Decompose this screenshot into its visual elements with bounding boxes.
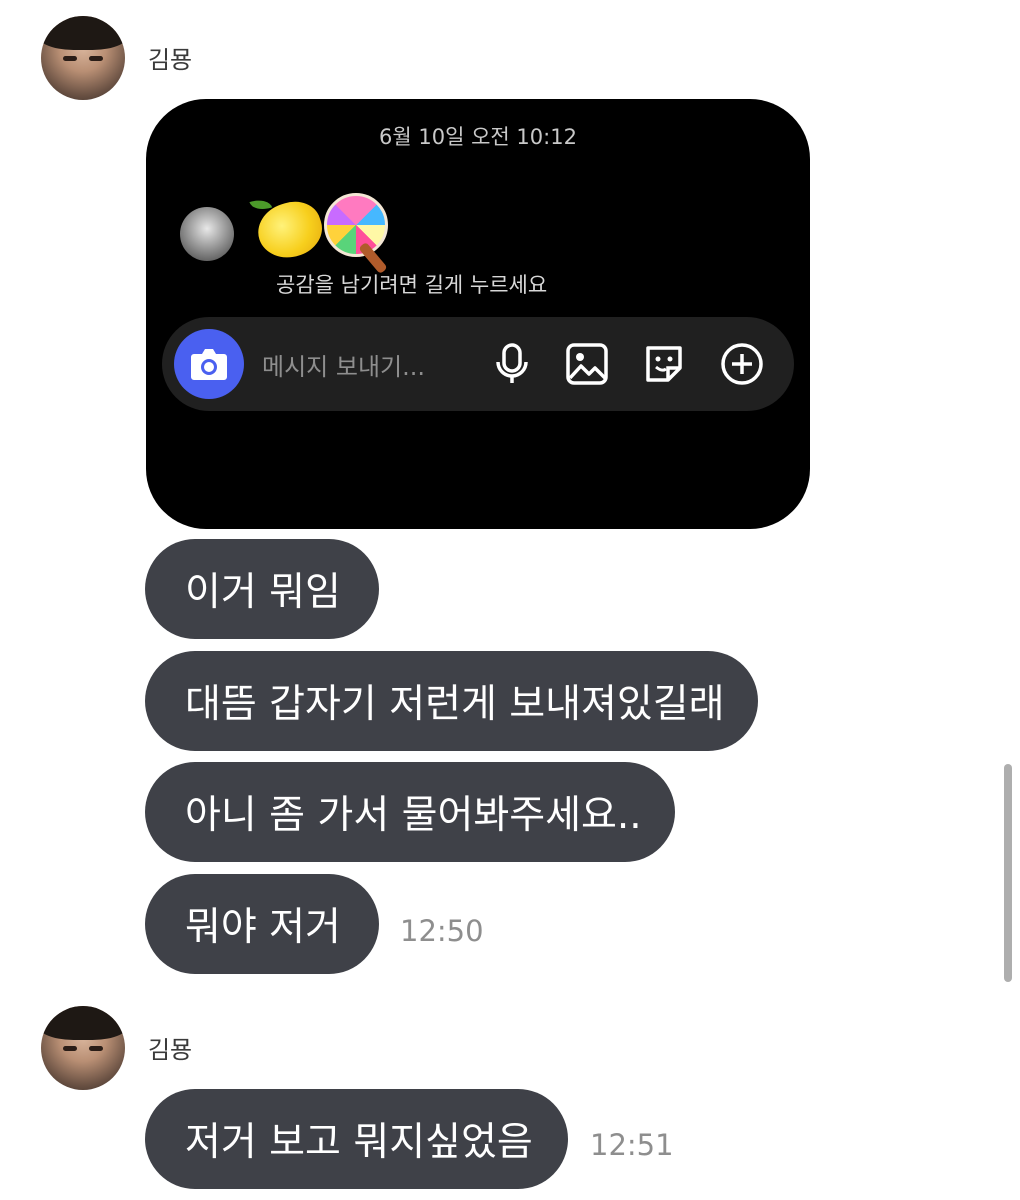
- sender-avatar[interactable]: [41, 16, 125, 100]
- message-timestamp: 12:50: [400, 914, 484, 948]
- camera-icon: [174, 329, 244, 399]
- microphone-icon: [496, 343, 528, 383]
- image-avatar: [180, 207, 234, 261]
- gallery-icon: [566, 343, 608, 385]
- sender-avatar[interactable]: [41, 1006, 125, 1090]
- image-date-label: 6월 10일 오전 10:12: [379, 125, 577, 149]
- message-bubble[interactable]: 이거 뭐임: [145, 539, 379, 639]
- image-message-input-bar: 메시지 보내기...: [162, 317, 794, 411]
- image-message-placeholder: 메시지 보내기...: [262, 353, 425, 381]
- message-bubble[interactable]: 저거 보고 뭐지싶었음: [145, 1089, 568, 1189]
- sender-name: 김묭: [148, 46, 193, 74]
- message-bubble[interactable]: 아니 좀 가서 물어봐주세요..: [145, 762, 675, 862]
- plus-icon: [721, 343, 763, 385]
- lemon-emoji: [249, 194, 329, 266]
- image-reaction-hint: 공감을 남기려면 길게 누르세요: [276, 273, 548, 297]
- sender-name: 김묭: [148, 1036, 193, 1064]
- message-bubble[interactable]: 뭐야 저거: [145, 874, 379, 974]
- message-timestamp: 12:51: [590, 1128, 674, 1162]
- shared-screenshot-image[interactable]: 6월 10일 오전 10:12 공감을 남기려면 길게 누르세요 메시지 보내기…: [146, 99, 810, 529]
- lollipop-emoji: [324, 193, 388, 257]
- vertical-scrollbar[interactable]: [1004, 764, 1012, 982]
- message-bubble[interactable]: 대뜸 갑자기 저런게 보내져있길래: [145, 651, 758, 751]
- sticker-icon: [646, 346, 682, 382]
